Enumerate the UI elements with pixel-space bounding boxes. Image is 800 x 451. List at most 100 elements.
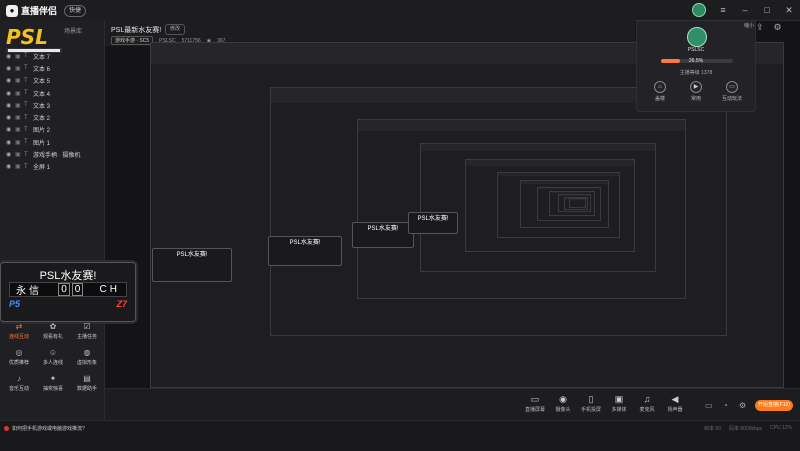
tool-label: 主播任务: [77, 334, 97, 340]
layer-type-icon: T: [24, 102, 30, 108]
source-button[interactable]: ◉摄像头: [551, 394, 575, 413]
tool-label: 观看有礼: [43, 334, 63, 340]
category-tag[interactable]: 游戏手游 · SC5: [111, 36, 153, 45]
source-button[interactable]: ◀扬声器: [663, 394, 687, 413]
lock-icon[interactable]: ▣: [15, 65, 21, 72]
visibility-icon[interactable]: ◉: [6, 139, 12, 146]
maximize-icon[interactable]: □: [762, 5, 772, 15]
mirror-score-card: PSL水友赛!: [152, 248, 232, 282]
edit-title-button[interactable]: 修改: [165, 24, 185, 35]
menu-icon[interactable]: ≡: [718, 5, 728, 15]
visibility-icon[interactable]: ◉: [6, 126, 12, 133]
source-button[interactable]: ▭直播屏幕: [523, 394, 547, 413]
mirror-frame-header: [521, 181, 607, 184]
layer-item[interactable]: ◉▣T文本 4: [0, 87, 104, 99]
multi-icon: ☺: [48, 348, 58, 357]
start-live-button[interactable]: 开始直播(F10): [755, 400, 793, 411]
title-bar: ● 直播伴侣 快捷 ≡ – □ ✕: [0, 0, 800, 21]
record-icon[interactable]: ▭: [705, 401, 713, 410]
layer-list: ◉▣T文本 7◉▣T文本 6◉▣T文本 5◉▣T文本 4◉▣T文本 3◉▣T文本…: [0, 50, 104, 173]
media-icon: ▣: [613, 394, 625, 404]
source-label: 扬声器: [667, 407, 682, 413]
visibility-icon[interactable]: ◉: [6, 90, 12, 97]
visibility-icon[interactable]: ◉: [6, 163, 12, 170]
alert-icon: [4, 426, 9, 431]
source-button[interactable]: ▯手机投屏: [579, 394, 603, 413]
status-metric: 帧率 60: [704, 425, 721, 432]
layer-item[interactable]: ◉▣T图片 1: [0, 136, 104, 148]
lock-icon[interactable]: ▣: [15, 114, 21, 121]
visibility-icon[interactable]: ◉: [6, 77, 12, 84]
version-badge[interactable]: 快捷: [64, 5, 86, 17]
lock-icon[interactable]: ▣: [15, 102, 21, 109]
layer-item[interactable]: ◉▣T文本 2: [0, 111, 104, 123]
visibility-icon[interactable]: ◉: [6, 151, 12, 158]
panel-action-button[interactable]: ⌂盖楼: [645, 81, 675, 102]
panel-action-button[interactable]: ▭互动玩法: [717, 81, 747, 102]
panel-action-button[interactable]: ▶常用: [681, 81, 711, 102]
layer-item[interactable]: ◉▣T文本 5: [0, 75, 104, 87]
lock-icon[interactable]: ▣: [15, 151, 21, 158]
tool-label: 抽奖惊喜: [43, 386, 63, 392]
close-icon[interactable]: ✕: [784, 5, 794, 16]
layer-label: 文本 3: [33, 101, 50, 110]
panel-avatar[interactable]: [687, 27, 707, 47]
lock-icon[interactable]: ▣: [15, 77, 21, 84]
lock-icon[interactable]: ▣: [15, 139, 21, 146]
status-metric: CPU 12%: [770, 425, 792, 432]
layer-item[interactable]: ◉▣T全屏 1: [0, 161, 104, 173]
user-avatar[interactable]: [692, 3, 706, 17]
layer-type-icon: T: [24, 152, 30, 158]
lock-icon[interactable]: ▣: [15, 163, 21, 170]
left-player: 永信: [16, 282, 42, 297]
tool-button[interactable]: ▤数据助手: [70, 374, 104, 396]
right-player: CH: [100, 284, 120, 295]
tool-button[interactable]: ☺ 多人连线: [36, 348, 70, 370]
share-icon[interactable]: ⇪: [756, 22, 764, 36]
source-button[interactable]: ♫麦克风: [635, 394, 659, 413]
help-tip[interactable]: 如何把手机游戏或电脑游戏推流?: [4, 425, 85, 432]
mirror-frame-header: [538, 188, 600, 190]
layer-item[interactable]: ◉▣T文本 7: [0, 50, 104, 62]
recommend-icon: ◎: [14, 348, 24, 357]
settings-icon[interactable]: ⚙: [774, 22, 782, 36]
layer-item[interactable]: ◉▣T游戏手柄 · 摄像机: [0, 148, 104, 160]
link-icon: ⇄: [14, 322, 24, 331]
layer-item[interactable]: ◉▣T图片 2: [0, 124, 104, 136]
stats-icon[interactable]: ◔: [723, 401, 728, 410]
layer-item[interactable]: ◉▣T文本 3: [0, 99, 104, 111]
tool-button[interactable]: ◎优质推荐: [2, 348, 36, 370]
visibility-icon[interactable]: ◉: [6, 102, 12, 109]
source-button[interactable]: ▣多媒体: [607, 394, 631, 413]
scene-library-link[interactable]: 场景库: [64, 26, 82, 35]
tool-button[interactable]: ✿观看有礼: [36, 322, 70, 344]
status-bar: 如何把手机游戏或电脑游戏推流? 帧率 60码率 8000kbpsCPU 12%: [0, 420, 800, 451]
task-icon: ☑: [82, 322, 92, 331]
layer-label: 文本 6: [33, 64, 50, 73]
tool-button[interactable]: ✦抽奖惊喜: [36, 374, 70, 396]
tool-label: 多人连线: [43, 360, 63, 366]
layer-label: 游戏手柄 · 摄像机: [33, 150, 80, 159]
visibility-icon[interactable]: ◉: [6, 53, 12, 60]
play-icon: ▶: [690, 81, 702, 93]
tool-button[interactable]: ⇄连线互动: [2, 322, 36, 344]
lock-icon[interactable]: ▣: [15, 53, 21, 60]
tool-label: 数据助手: [77, 386, 97, 392]
mirror-frame-header: [358, 120, 685, 131]
tool-button[interactable]: ♪音乐互动: [2, 374, 36, 396]
phone-icon: ▯: [585, 394, 597, 404]
visibility-icon[interactable]: ◉: [6, 65, 12, 72]
minimize-icon[interactable]: –: [740, 5, 750, 15]
mirror-frame-header: [421, 144, 656, 152]
tool-label: 虚拟形象: [77, 360, 97, 366]
layer-item[interactable]: ◉▣T文本 6: [0, 62, 104, 74]
score-card: PSL水友赛! 永信 0 0 CH P5 Z7: [0, 262, 136, 322]
gear-icon[interactable]: ⚙: [739, 401, 746, 410]
lock-icon[interactable]: ▣: [15, 126, 21, 133]
visibility-icon[interactable]: ◉: [6, 114, 12, 121]
level-text: 主播等级 1378: [637, 69, 755, 76]
lock-icon[interactable]: ▣: [15, 90, 21, 97]
tool-button[interactable]: ☑ 主播任务: [70, 322, 104, 344]
tool-button[interactable]: ◍虚拟形象: [70, 348, 104, 370]
shrink-button[interactable]: 缩小: [744, 22, 754, 29]
